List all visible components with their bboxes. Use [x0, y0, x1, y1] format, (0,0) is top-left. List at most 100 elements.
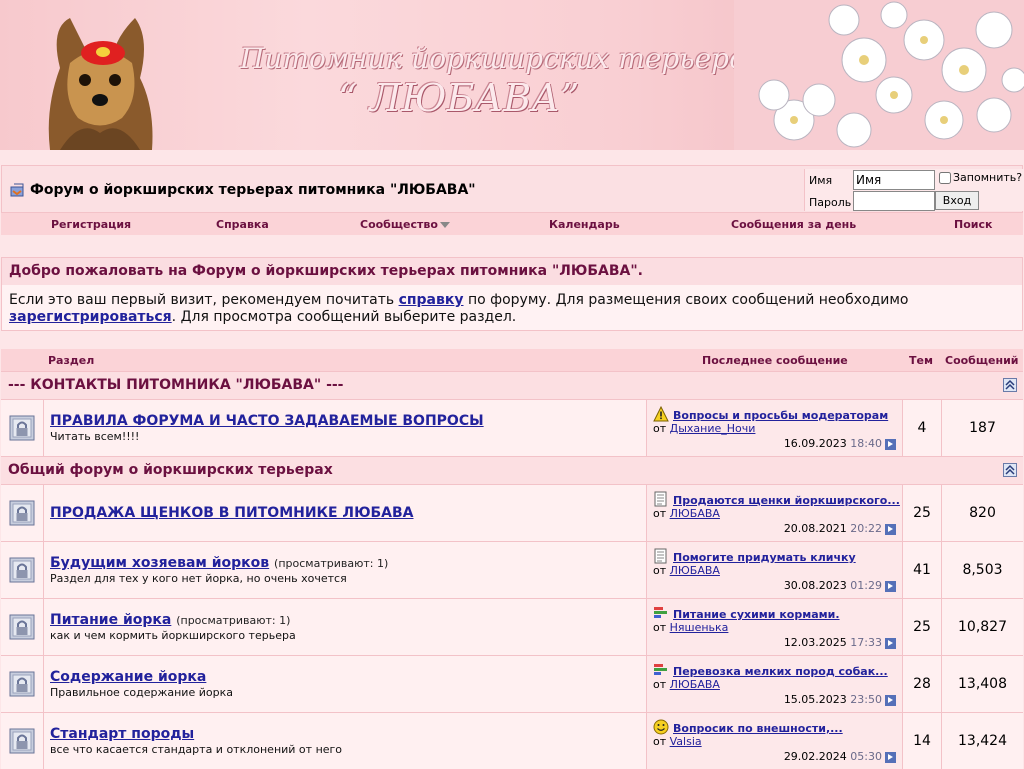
go-to-last-post-icon[interactable] — [885, 637, 896, 649]
last-post-date-line: 29.02.2024 05:30 — [784, 750, 896, 763]
forum-locked-icon — [7, 669, 37, 702]
menu-search[interactable]: Поиск — [954, 218, 992, 231]
go-to-last-post-icon[interactable] — [885, 694, 896, 706]
go-to-last-post-icon[interactable] — [885, 438, 896, 450]
collapse-icon[interactable] — [1003, 378, 1017, 392]
last-post-date: 30.08.2023 — [783, 579, 847, 592]
last-post-by-label: от — [653, 735, 667, 748]
last-post-by-label: от — [653, 678, 667, 691]
last-post-author[interactable]: Дыхание_Ночи — [670, 422, 756, 435]
welcome-text-2: по форуму. Для размещения своих сообщени… — [463, 292, 909, 308]
forum-status-cell — [1, 485, 44, 541]
table-header: Раздел Последнее сообщение Тем Сообщений — [1, 349, 1023, 371]
login-button[interactable]: Вход — [935, 191, 979, 210]
header-section: Раздел — [48, 354, 95, 367]
username-input[interactable] — [853, 170, 935, 190]
forum-link[interactable]: ПРОДАЖА ЩЕНКОВ В ПИТОМНИКЕ ЛЮБАВА — [50, 505, 414, 521]
forum-title-line: Содержание йорка — [50, 669, 206, 685]
breadcrumb: Форум о йоркширских терьерах питомника "… — [10, 182, 476, 198]
forum-info-cell: Содержание йорка Правильное содержание й… — [44, 656, 647, 712]
menu-register[interactable]: Регистрация — [51, 218, 131, 231]
last-post-time: 20:22 — [850, 522, 882, 535]
last-post-by-label: от — [653, 564, 667, 577]
forum-link[interactable]: Содержание йорка — [50, 669, 206, 685]
welcome-text-3: . Для просмотра сообщений выберите разде… — [171, 309, 517, 325]
forum-threads-count: 14 — [903, 713, 942, 769]
forum-status-cell — [1, 599, 44, 655]
forum-status-cell — [1, 400, 44, 456]
forum-posts-count: 187 — [969, 420, 996, 436]
last-post-author[interactable]: ЛЮБАВА — [670, 507, 720, 520]
menu-todays-posts[interactable]: Сообщения за день — [731, 218, 856, 231]
last-post-date: 15.05.2023 — [783, 693, 847, 706]
last-post-by-label: от — [653, 507, 667, 520]
collapse-icon[interactable] — [1003, 463, 1017, 477]
last-post-author[interactable]: ЛЮБАВА — [670, 564, 720, 577]
forum-info-cell: Стандарт породы все что касается стандар… — [44, 713, 647, 769]
menu-community-label: Сообщество — [360, 218, 438, 231]
header-last-post: Последнее сообщение — [702, 354, 848, 367]
forum-table: Раздел Последнее сообщение Тем Сообщений… — [1, 349, 1023, 769]
menu-help[interactable]: Справка — [216, 218, 269, 231]
forum-posts-count: 10,827 — [958, 619, 1007, 635]
forum-row: Содержание йорка Правильное содержание й… — [1, 655, 1023, 712]
header-threads: Тем — [909, 354, 933, 367]
remember-me-checkbox[interactable] — [939, 171, 951, 184]
forum-status-cell — [1, 542, 44, 598]
category-header: Общий форум о йоркширских терьерах — [1, 456, 1023, 484]
last-post-link[interactable]: Питание сухими кормами. — [673, 608, 840, 621]
forum-description: Читать всем!!!! — [50, 430, 140, 443]
last-post-link[interactable]: Вопросы и просьбы модераторам — [673, 409, 888, 422]
forum-link[interactable]: Питание йорка — [50, 612, 171, 628]
forum-posts-count: 13,408 — [958, 676, 1007, 692]
forum-threads-count: 25 — [903, 485, 942, 541]
last-post-link[interactable]: Продаются щенки йоркширского... — [673, 494, 900, 507]
forum-link[interactable]: ПРАВИЛА ФОРУМА И ЧАСТО ЗАДАВАЕМЫЕ ВОПРОС… — [50, 413, 484, 429]
go-to-last-post-icon[interactable] — [885, 523, 896, 535]
password-input[interactable] — [853, 191, 935, 211]
forum-title[interactable]: Форум о йоркширских терьерах питомника "… — [30, 182, 476, 198]
last-post-author[interactable]: ЛЮБАВА — [670, 678, 720, 691]
last-post-time: 18:40 — [850, 437, 882, 450]
menu-community[interactable]: Сообщество — [360, 218, 450, 231]
welcome-text: Если это ваш первый визит, рекомендуем п… — [2, 285, 1022, 333]
forum-title-line: Будущим хозяевам йорков (просматривают: … — [50, 555, 388, 571]
last-post-by-label: от — [653, 621, 667, 634]
login-form: Имя Запомнить? Пароль Вход — [804, 169, 1024, 211]
last-post-author-line: от Valsia — [653, 735, 702, 748]
last-post-time: 17:33 — [850, 636, 882, 649]
last-post-link[interactable]: Помогите придумать кличку — [673, 551, 856, 564]
last-post-cell: Продаются щенки йоркширского... от ЛЮБАВ… — [647, 485, 903, 541]
last-post-author[interactable]: Няшенька — [670, 621, 729, 634]
forum-viewers: (просматривают: 1) — [176, 614, 291, 627]
last-post-author[interactable]: Valsia — [670, 735, 702, 748]
forum-description: Раздел для тех у кого нет йорка, но очен… — [50, 572, 347, 585]
remember-me-label: Запомнить? — [953, 171, 1023, 184]
go-to-last-post-icon[interactable] — [885, 580, 896, 592]
forum-link[interactable]: Стандарт породы — [50, 726, 194, 742]
menu-calendar[interactable]: Календарь — [549, 218, 620, 231]
last-post-date-line: 15.05.2023 23:50 — [784, 693, 896, 706]
forum-locked-icon — [7, 555, 37, 588]
last-post-by-label: от — [653, 422, 667, 435]
remember-me[interactable]: Запомнить? — [939, 171, 1022, 184]
last-post-date: 16.09.2023 — [783, 437, 847, 450]
category-title[interactable]: --- КОНТАКТЫ ПИТОМНИКА "ЛЮБАВА" --- — [8, 377, 344, 393]
main-menu: Регистрация Справка Сообщество Календарь… — [1, 213, 1023, 235]
last-post-date-line: 30.08.2023 01:29 — [784, 579, 896, 592]
forum-threads-count: 28 — [903, 656, 942, 712]
last-post-link[interactable]: Перевозка мелких пород собак... — [673, 665, 888, 678]
last-post-cell: Вопросик по внешности,... от Valsia 29.0… — [647, 713, 903, 769]
last-post-link[interactable]: Вопросик по внешности,... — [673, 722, 843, 735]
forum-locked-icon — [7, 498, 37, 531]
category-title[interactable]: Общий форум о йоркширских терьерах — [8, 462, 333, 478]
forum-locked-icon — [7, 413, 37, 446]
forum-row: ПРАВИЛА ФОРУМА И ЧАСТО ЗАДАВАЕМЫЕ ВОПРОС… — [1, 399, 1023, 456]
go-to-last-post-icon[interactable] — [885, 751, 896, 763]
help-link[interactable]: справку — [399, 292, 464, 308]
register-link[interactable]: зарегистрироваться — [9, 309, 172, 325]
forum-link[interactable]: Будущим хозяевам йорков — [50, 555, 269, 571]
last-post-date: 20.08.2021 — [783, 522, 847, 535]
forum-status-cell — [1, 713, 44, 769]
forum-home-icon[interactable] — [10, 183, 24, 197]
